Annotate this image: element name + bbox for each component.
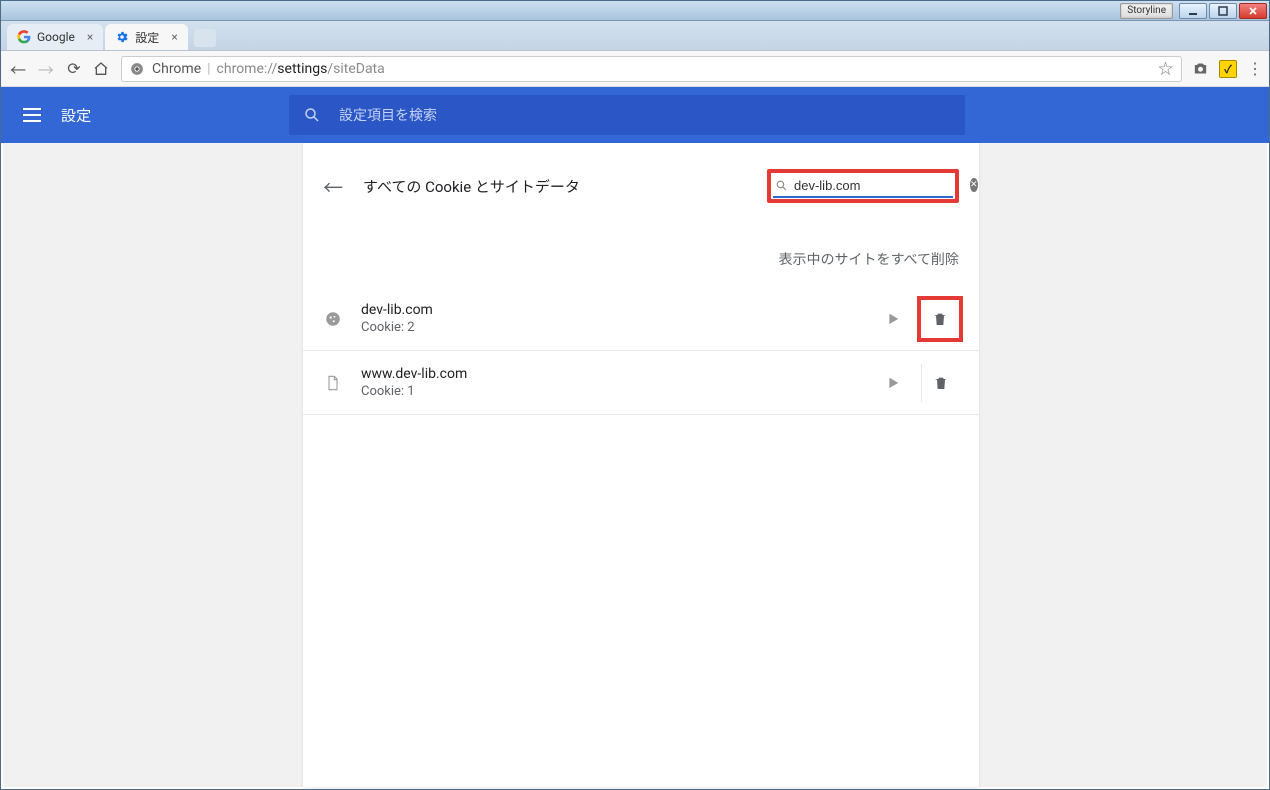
tab-google[interactable]: Google ×	[7, 24, 103, 50]
window-minimize-button[interactable]	[1179, 3, 1207, 19]
nav-reload-button[interactable]: ⟳	[65, 59, 83, 78]
cookie-search-highlight: ✕	[767, 169, 959, 203]
cookie-search[interactable]: ✕	[773, 174, 953, 198]
site-subtitle: Cookie: 1	[361, 384, 467, 399]
site-domain: dev-lib.com	[361, 302, 433, 318]
window-maximize-button[interactable]	[1209, 3, 1237, 19]
expand-arrow-icon[interactable]: ▶	[872, 311, 915, 327]
content-background: ← すべての Cookie とサイトデータ ✕ 表示中のサイトをすべて削除	[3, 143, 1267, 787]
storyline-button[interactable]: Storyline	[1120, 3, 1173, 19]
nav-back-button[interactable]: ←	[9, 57, 27, 81]
tab-label: 設定	[135, 29, 159, 46]
norton-extension-icon[interactable]: ✓	[1219, 60, 1237, 78]
window-close-button[interactable]	[1239, 3, 1267, 19]
site-row[interactable]: www.dev-lib.com Cookie: 1 ▶	[303, 351, 979, 415]
new-tab-button[interactable]	[194, 29, 216, 47]
tab-label: Google	[37, 30, 75, 44]
windows-titlebar: Storyline	[1, 1, 1269, 21]
tab-close-icon[interactable]: ×	[171, 30, 177, 44]
bookmark-star-icon[interactable]: ☆	[1158, 58, 1173, 79]
chrome-page-icon	[130, 62, 144, 76]
expand-arrow-icon[interactable]: ▶	[872, 375, 915, 391]
site-row[interactable]: dev-lib.com Cookie: 2 ▶	[303, 287, 979, 351]
menu-icon[interactable]	[23, 108, 41, 122]
address-bar[interactable]: Chrome | chrome://settings/siteData ☆	[121, 56, 1182, 82]
camera-extension-icon[interactable]	[1192, 60, 1209, 77]
nav-forward-button[interactable]: →	[37, 57, 55, 81]
browser-toolbar: ← → ⟳ Chrome | chrome://settings/siteDat…	[1, 51, 1269, 87]
search-icon	[303, 106, 321, 124]
omnibox-url-prefix: chrome://	[217, 61, 278, 77]
settings-header: 設定	[1, 87, 1269, 143]
settings-favicon-icon	[115, 30, 129, 44]
clear-search-icon[interactable]: ✕	[970, 178, 978, 192]
cookie-search-input[interactable]	[794, 175, 970, 195]
site-subtitle: Cookie: 2	[361, 320, 433, 335]
section-header: ← すべての Cookie とサイトデータ ✕	[303, 161, 979, 221]
extension-icons: ✓	[1192, 60, 1237, 78]
back-arrow-icon[interactable]: ←	[323, 172, 343, 201]
cookie-icon	[323, 309, 343, 329]
file-icon	[323, 373, 343, 393]
delete-site-button[interactable]	[921, 300, 959, 338]
google-favicon-icon	[17, 30, 31, 44]
omnibox-scheme: Chrome	[152, 61, 201, 77]
tab-settings[interactable]: 設定 ×	[105, 24, 187, 50]
site-text: www.dev-lib.com Cookie: 1	[361, 366, 467, 399]
omnibox-separator: |	[207, 61, 210, 77]
delete-site-button[interactable]	[921, 364, 959, 402]
remove-all-visible-button[interactable]: 表示中のサイトをすべて削除	[303, 221, 979, 287]
settings-search-input[interactable]	[339, 107, 965, 123]
omnibox-url-suffix: /siteData	[327, 61, 384, 77]
search-icon	[775, 179, 788, 192]
tab-close-icon[interactable]: ×	[87, 30, 93, 44]
omnibox-url-strong: settings	[277, 61, 327, 77]
nav-home-button[interactable]	[93, 61, 111, 77]
browser-tabstrip: Google × 設定 ×	[1, 21, 1269, 51]
browser-menu-button[interactable]: ⋮	[1247, 59, 1261, 78]
section-title: すべての Cookie とサイトデータ	[363, 176, 580, 197]
settings-search[interactable]	[289, 95, 965, 135]
site-domain: www.dev-lib.com	[361, 366, 467, 382]
settings-title: 設定	[61, 105, 91, 126]
settings-card: ← すべての Cookie とサイトデータ ✕ 表示中のサイトをすべて削除	[303, 143, 979, 787]
site-text: dev-lib.com Cookie: 2	[361, 302, 433, 335]
